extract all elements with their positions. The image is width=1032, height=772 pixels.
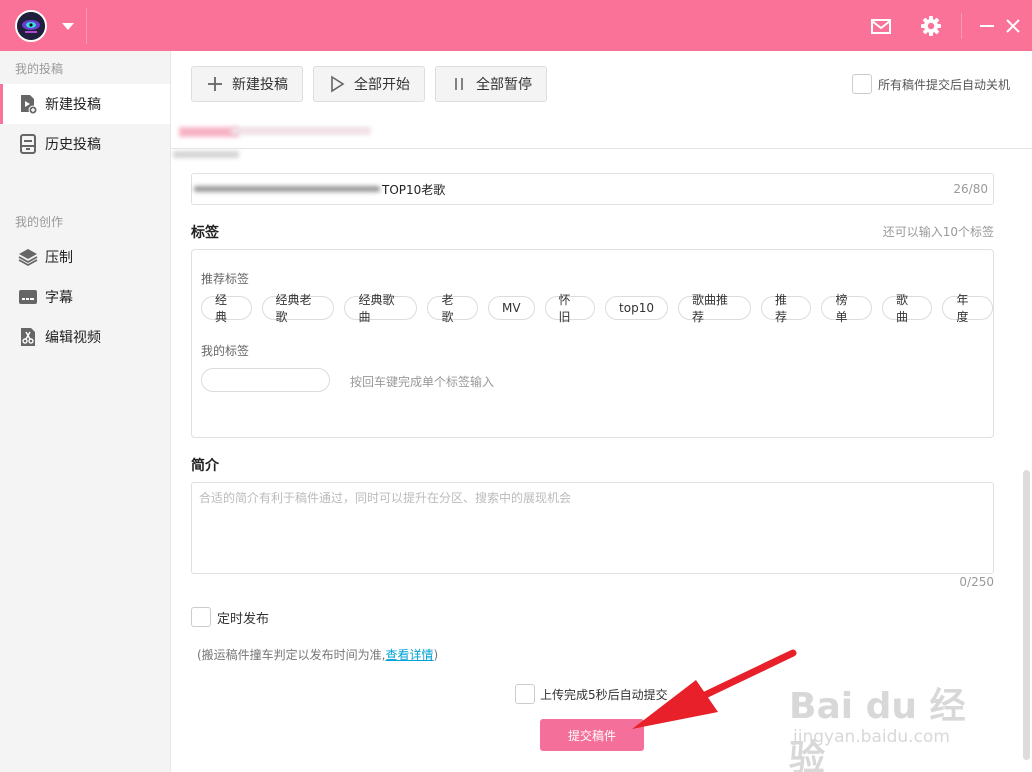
layers-icon — [18, 249, 38, 267]
tag-box: 推荐标签 经典 经典老歌 经典歌曲 老歌 MV 怀旧 top10 歌曲推荐 推荐… — [191, 249, 994, 438]
title-char-count: 26/80 — [953, 182, 988, 196]
sidebar-item-history[interactable]: 历史投稿 — [0, 124, 170, 164]
recommended-tags-label: 推荐标签 — [201, 272, 250, 286]
title-blur — [194, 186, 380, 192]
view-details-link[interactable]: 查看详情 — [386, 648, 434, 662]
edit-video-icon — [21, 328, 35, 346]
gear-icon[interactable] — [918, 13, 944, 39]
sidebar-item-label: 新建投稿 — [45, 97, 101, 113]
title-bar — [0, 0, 1032, 51]
start-all-button[interactable]: 全部开始 — [313, 66, 425, 102]
tag-chip[interactable]: 老歌 — [427, 293, 478, 324]
new-upload-icon — [21, 95, 38, 114]
upload-file-blur — [231, 127, 371, 135]
sidebar-item-label: 历史投稿 — [45, 137, 101, 153]
notice-text-end: ) — [433, 648, 439, 662]
submit-button[interactable]: 提交稿件 — [540, 719, 644, 751]
mail-icon[interactable] — [868, 13, 894, 39]
schedule-checkbox[interactable] — [191, 607, 211, 627]
repost-notice: (搬运稿件撞车判定以发布时间为准,查看详情) — [197, 646, 438, 663]
subtitle-icon — [19, 290, 37, 304]
sidebar: 我的投稿 新建投稿 历史投稿 我的创作 压制 字幕 编辑视频 — [0, 51, 171, 772]
recommended-tags: 经典 经典老歌 经典歌曲 老歌 MV 怀旧 top10 歌曲推荐 推荐 榜单 歌… — [201, 293, 993, 324]
sidebar-item-label: 压制 — [45, 250, 73, 266]
pause-icon — [455, 78, 463, 90]
pause-all-button[interactable]: 全部暂停 — [435, 66, 547, 102]
tag-chip[interactable]: 歌曲 — [881, 293, 933, 324]
divider — [961, 13, 962, 39]
user-avatar[interactable] — [15, 10, 47, 42]
auto-submit-option[interactable]: 上传完成5秒后自动提交 — [515, 684, 668, 704]
auto-submit-label: 上传完成5秒后自动提交 — [540, 687, 668, 702]
sidebar-item-label: 编辑视频 — [45, 330, 101, 346]
main-content: 新建投稿 全部开始 全部暂停 所有稿件提交后自动关机 TOP10老歌 26/80… — [171, 51, 1032, 772]
tag-chip[interactable]: 榜单 — [821, 293, 872, 324]
tags-remaining-hint: 还可以输入10个标签 — [882, 225, 994, 239]
sidebar-item-new-upload[interactable]: 新建投稿 — [0, 84, 170, 124]
sidebar-group-my-uploads: 我的投稿 — [15, 62, 64, 76]
tag-chip[interactable]: 推荐 — [760, 293, 812, 324]
tag-chip[interactable]: 怀旧 — [544, 293, 596, 324]
sidebar-item-subtitle[interactable]: 字幕 — [0, 277, 170, 317]
scrollbar[interactable] — [1021, 470, 1032, 772]
history-icon — [20, 134, 36, 154]
my-tag-input[interactable] — [201, 368, 330, 392]
sidebar-group-my-creation: 我的创作 — [15, 215, 64, 229]
tag-chip[interactable]: 年度 — [942, 293, 993, 324]
auto-shutdown-option[interactable]: 所有稿件提交后自动关机 — [852, 74, 1010, 94]
divider — [86, 8, 87, 44]
sidebar-item-compress[interactable]: 压制 — [0, 237, 170, 277]
play-icon — [331, 75, 345, 93]
scrollbar-thumb[interactable] — [1023, 470, 1030, 760]
upload-file-blur — [173, 151, 239, 158]
auto-submit-checkbox[interactable] — [515, 684, 535, 704]
sidebar-item-label: 字幕 — [45, 290, 73, 306]
plus-icon — [208, 77, 222, 91]
sidebar-item-edit-video[interactable]: 编辑视频 — [0, 317, 170, 357]
my-tags-label: 我的标签 — [201, 344, 250, 358]
tag-chip[interactable]: MV — [487, 296, 535, 320]
tag-chip[interactable]: 歌曲推荐 — [677, 293, 751, 324]
description-placeholder: 合适的简介有利于稿件通过，同时可以提升在分区、搜索中的展现机会 — [199, 491, 572, 505]
title-value: TOP10老歌 — [382, 183, 446, 197]
pause-all-label: 全部暂停 — [476, 77, 532, 93]
tag-chip[interactable]: 经典 — [201, 293, 252, 324]
start-all-label: 全部开始 — [354, 77, 410, 93]
auto-shutdown-label: 所有稿件提交后自动关机 — [878, 77, 1011, 92]
close-icon[interactable] — [1000, 13, 1026, 39]
description-char-count: 0/250 — [959, 575, 994, 589]
chevron-down-icon[interactable] — [60, 18, 76, 34]
schedule-option[interactable]: 定时发布 — [191, 607, 269, 627]
minimize-icon[interactable] — [974, 13, 1000, 39]
new-upload-label: 新建投稿 — [232, 77, 288, 93]
schedule-label: 定时发布 — [217, 611, 270, 627]
tag-chip[interactable]: 经典歌曲 — [344, 293, 418, 324]
tags-heading: 标签 — [191, 225, 219, 241]
new-upload-button[interactable]: 新建投稿 — [191, 66, 303, 102]
auto-shutdown-checkbox[interactable] — [852, 74, 872, 94]
description-textarea[interactable]: 合适的简介有利于稿件通过，同时可以提升在分区、搜索中的展现机会 — [191, 482, 994, 574]
notice-text: (搬运稿件撞车判定以发布时间为准, — [197, 648, 386, 662]
description-heading: 简介 — [191, 458, 219, 474]
my-tags-hint: 按回车键完成单个标签输入 — [350, 375, 495, 389]
tag-chip[interactable]: 经典老歌 — [261, 293, 335, 324]
tag-chip[interactable]: top10 — [605, 296, 668, 320]
upload-file-blur — [179, 127, 239, 137]
title-input[interactable]: TOP10老歌 26/80 — [191, 173, 994, 205]
divider — [171, 148, 1032, 149]
